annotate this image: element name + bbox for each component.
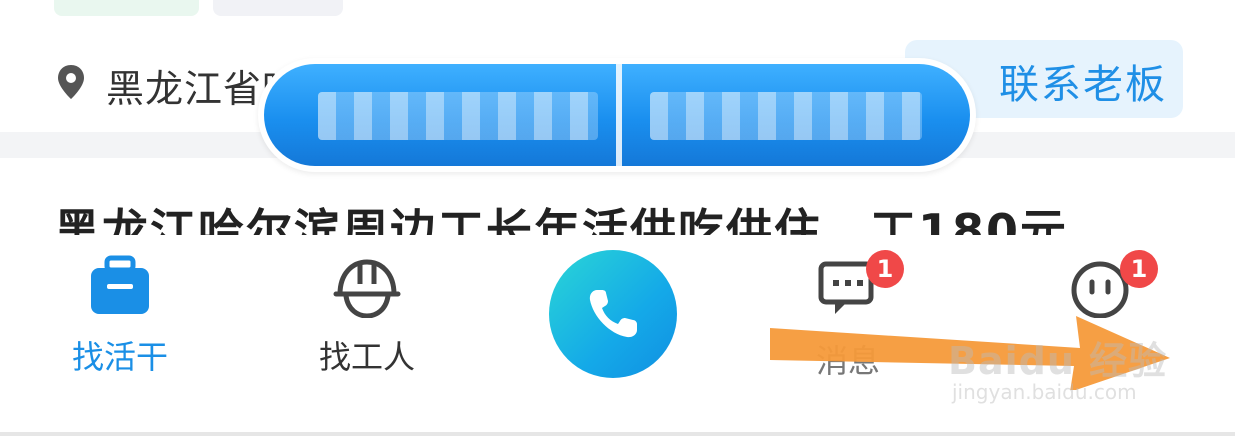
tab-find-work[interactable]: 找活干 [35, 236, 205, 406]
banner-split-line [616, 64, 622, 166]
tab-find-work-label: 找活干 [71, 338, 168, 376]
tag-chip-gray [213, 0, 343, 16]
contact-boss-label: 联系老板 [999, 62, 1167, 108]
tab-find-workers-label: 找工人 [318, 338, 415, 376]
watermark-logo: Baidu 经验 [948, 339, 1168, 383]
tag-chip-green [54, 0, 199, 16]
phone-icon [589, 290, 637, 338]
call-button[interactable] [549, 250, 677, 378]
redacted-banner-fill [264, 64, 970, 166]
job-title-row[interactable]: 黑龙江哈尔滨周边工长年活供吃供住，工180元 [0, 195, 1235, 235]
redacted-banner [258, 58, 976, 172]
hardhat-icon [333, 259, 401, 318]
watermark-url: jingyan.baidu.com [952, 380, 1137, 404]
profile-badge: 1 [1120, 250, 1158, 288]
location-pin-icon [58, 65, 84, 99]
briefcase-icon [91, 255, 149, 314]
top-tags-row [0, 0, 1235, 20]
bottom-edge [0, 432, 1235, 436]
redacted-text-left [318, 92, 598, 140]
baidu-watermark: Baidu 经验 jingyan.baidu.com [948, 330, 1178, 410]
messages-badge: 1 [866, 250, 904, 288]
job-title: 黑龙江哈尔滨周边工长年活供吃供住，工180元 [54, 204, 1069, 235]
tab-find-workers[interactable]: 找工人 [282, 236, 452, 406]
redacted-text-right [650, 92, 922, 140]
